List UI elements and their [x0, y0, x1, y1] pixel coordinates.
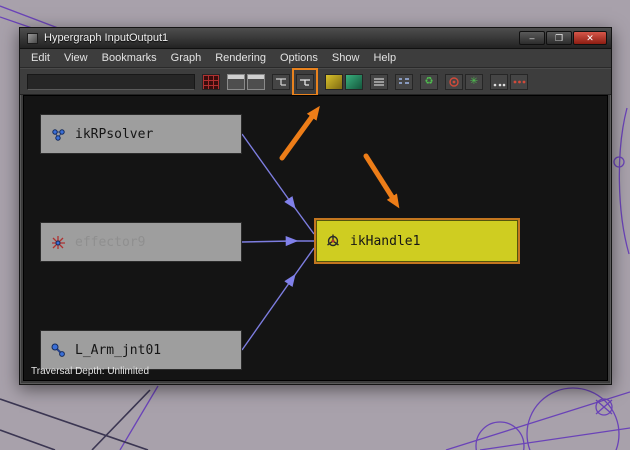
input-output-connections-icon[interactable]	[202, 73, 220, 90]
node-label: effector9	[75, 234, 146, 250]
add-bookmark-icon[interactable]	[325, 73, 343, 90]
traversal-depth-status: Traversal Depth: Unlimited	[31, 366, 150, 377]
ik-solver-icon	[41, 127, 75, 142]
node-label: L_Arm_jnt01	[75, 342, 162, 358]
node-effector9[interactable]: effector9	[40, 222, 242, 262]
node-L_Arm_jnt01[interactable]: L_Arm_jnt01	[40, 330, 242, 370]
rearrange-graph-icon[interactable]: ♻	[420, 73, 438, 90]
toolbar: ♻ ✳	[20, 67, 611, 96]
menu-bookmarks[interactable]: Bookmarks	[95, 50, 164, 66]
window-title: Hypergraph InputOutput1	[44, 32, 169, 44]
graph-canvas[interactable]: ikRPsolver effector9 L_Arm_jnt01 ikHandl…	[23, 95, 608, 381]
node-label: ikHandle1	[350, 233, 421, 249]
frame-selection-icon[interactable]	[247, 73, 265, 90]
toolbar-highlight-box	[292, 67, 318, 96]
title-bar[interactable]: Hypergraph InputOutput1 – ❐ ✕	[20, 28, 611, 49]
freeform-layout-icon[interactable]	[272, 73, 290, 90]
minimize-button[interactable]: –	[519, 31, 545, 45]
joint-icon	[41, 343, 75, 358]
toggle-connection-layout-icon[interactable]	[296, 73, 314, 90]
maximize-button[interactable]: ❐	[546, 31, 572, 45]
node-ikHandle1[interactable]: ikHandle1	[314, 218, 520, 264]
show-connected-icon[interactable]: ✳	[465, 73, 483, 90]
list-view-icon[interactable]	[370, 73, 388, 90]
grid-view-icon[interactable]	[395, 73, 413, 90]
effector-icon	[41, 235, 75, 250]
hypergraph-window: Hypergraph InputOutput1 – ❐ ✕ Edit View …	[19, 27, 612, 385]
menu-edit[interactable]: Edit	[24, 50, 57, 66]
menu-bar: Edit View Bookmarks Graph Rendering Opti…	[20, 49, 611, 68]
node-search-input[interactable]	[27, 73, 195, 90]
menu-view[interactable]: View	[57, 50, 95, 66]
frame-all-icon[interactable]	[227, 73, 245, 90]
hide-unconnected-icon[interactable]	[445, 73, 463, 90]
menu-show[interactable]: Show	[325, 50, 367, 66]
node-label: ikRPsolver	[75, 126, 154, 142]
app-icon	[27, 32, 38, 44]
close-button[interactable]: ✕	[573, 31, 607, 45]
menu-rendering[interactable]: Rendering	[208, 50, 273, 66]
menu-graph[interactable]: Graph	[164, 50, 209, 66]
node-ikRPsolver[interactable]: ikRPsolver	[40, 114, 242, 154]
edit-bookmark-icon[interactable]	[345, 73, 363, 90]
ik-handle-icon	[316, 233, 350, 249]
menu-help[interactable]: Help	[366, 50, 403, 66]
show-node-numbers-icon[interactable]	[490, 73, 508, 90]
menu-options[interactable]: Options	[273, 50, 325, 66]
show-connections-dots-icon[interactable]	[510, 73, 528, 90]
